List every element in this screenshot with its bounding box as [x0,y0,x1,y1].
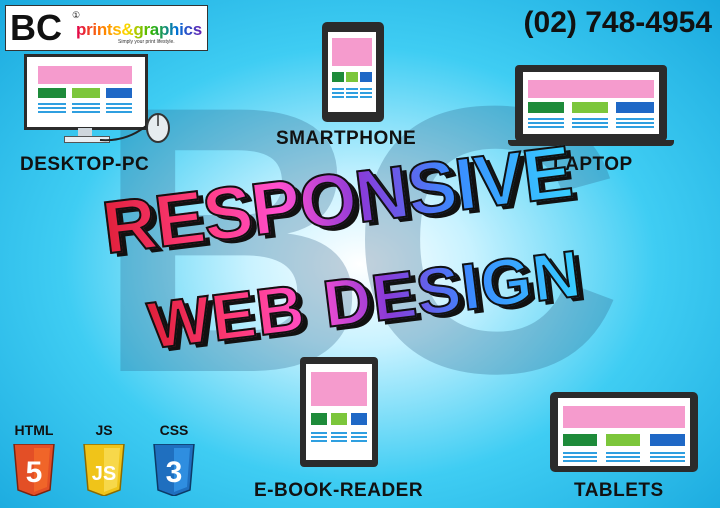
poster: BC BC ① prints&graphics Simply your prin… [0,0,720,508]
desktop-pc-label: DESKTOP-PC [20,154,150,175]
phone-number: (02) 748-4954 [523,6,712,39]
html5-badge: HTML 5 [12,422,56,501]
js-shield-icon: JS [83,443,125,497]
smartphone-label: SMARTPHONE [276,128,417,149]
css3-shield-icon: 3 [153,443,195,497]
logo-tagline: Simply your print lifestyle. [118,39,175,45]
css3-digit: 3 [166,456,183,489]
css3-badge: CSS 3 [152,422,196,501]
ebook-reader-label: E-BOOK-READER [254,480,424,501]
html5-shield-icon: 5 [13,443,55,497]
js-badge: JS JS [82,422,126,501]
logo-name: prints&graphics [76,20,202,39]
brand-logo: BC ① prints&graphics Simply your print l… [5,5,208,51]
css3-badge-name: CSS [159,422,189,438]
html5-badge-name: HTML [14,422,54,438]
tablets-label: TABLETS [574,480,664,501]
html5-digit: 5 [26,456,43,489]
js-digit: JS [92,463,116,485]
logo-letters: BC [10,7,62,48]
js-badge-name: JS [95,422,113,438]
